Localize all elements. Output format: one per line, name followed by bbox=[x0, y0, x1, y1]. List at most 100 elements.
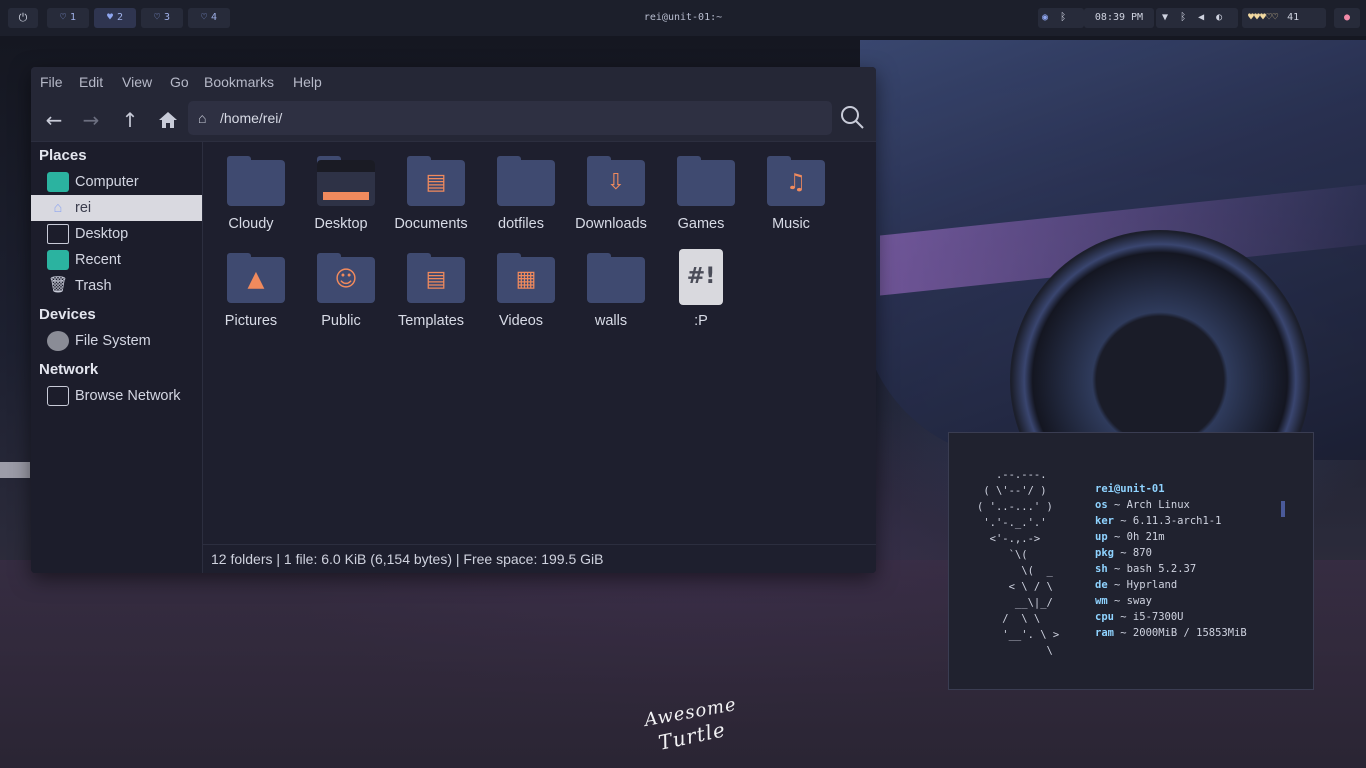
fetch-line: de ~ Hyprland bbox=[1095, 579, 1178, 591]
script-file-icon: #! bbox=[679, 249, 723, 305]
discord-icon: ◉ bbox=[1042, 12, 1049, 23]
folder-item[interactable]: Games bbox=[658, 152, 744, 244]
workspace-3[interactable]: ♡ 3 bbox=[141, 8, 183, 28]
folder-icon bbox=[587, 253, 645, 303]
power-button[interactable]: ⏻ bbox=[8, 8, 38, 28]
sidebar-item-trash[interactable]: 🗑 Trash bbox=[31, 273, 202, 299]
places-title: Places bbox=[39, 147, 87, 164]
clock[interactable]: 08:39 PM bbox=[1084, 8, 1154, 28]
fetch-line: wm ~ sway bbox=[1095, 595, 1152, 607]
sidebar-item-computer[interactable]: Computer bbox=[31, 169, 202, 195]
heart-icon: ♥ bbox=[106, 12, 113, 23]
arrow-left-icon: ← bbox=[45, 108, 63, 132]
file-manager-window: File Edit View Go Bookmarks Help ← → ↑ ⌂… bbox=[31, 67, 876, 573]
menu-edit[interactable]: Edit bbox=[79, 67, 103, 97]
notification-icon: ● bbox=[1343, 12, 1351, 23]
folder-item[interactable]: ☺ Public bbox=[298, 249, 384, 341]
menu-view[interactable]: View bbox=[122, 67, 152, 97]
battery-indicator[interactable]: ♥♥♥♡♡ 41 bbox=[1242, 8, 1326, 28]
status-bar: 12 folders | 1 file: 6.0 KiB (6,154 byte… bbox=[203, 544, 876, 573]
fetch-line: cpu ~ i5-7300U bbox=[1095, 611, 1184, 623]
home-icon: ⌂ bbox=[198, 110, 207, 126]
music-folder-icon: ♫ bbox=[767, 156, 825, 206]
folder-item[interactable]: ▲ Pictures bbox=[208, 249, 294, 341]
folder-item[interactable]: ▦ Videos bbox=[478, 249, 564, 341]
folder-icon bbox=[227, 156, 285, 206]
up-button[interactable]: ↑ bbox=[115, 105, 145, 135]
menu-go[interactable]: Go bbox=[170, 67, 189, 97]
downloads-folder-icon: ⇩ bbox=[587, 156, 645, 206]
folder-item[interactable]: Cloudy bbox=[208, 152, 294, 244]
templates-folder-icon: ▤ bbox=[407, 253, 465, 303]
ascii-art: .--.---. ( \'--'/ ) ( '..-...' ) '.'-._.… bbox=[977, 469, 1060, 657]
sidebar: Places Computer ⌂ rei Desktop Recent 🗑 T… bbox=[31, 142, 203, 573]
home-button[interactable] bbox=[153, 105, 183, 135]
fetch-line: ram ~ 2000MiB / 15853MiB bbox=[1095, 627, 1247, 639]
file-item[interactable]: #! :P bbox=[658, 249, 744, 341]
home-icon bbox=[159, 112, 177, 128]
workspace-1[interactable]: ♡ 1 bbox=[47, 8, 89, 28]
back-button[interactable]: ← bbox=[39, 105, 69, 135]
menu-bar: File Edit View Go Bookmarks Help bbox=[31, 67, 876, 97]
menu-help[interactable]: Help bbox=[293, 67, 322, 97]
pictures-folder-icon: ▲ bbox=[227, 253, 285, 303]
folder-item[interactable]: ♫ Music bbox=[748, 152, 834, 244]
workspace-4[interactable]: ♡ 4 bbox=[188, 8, 230, 28]
folder-icon bbox=[677, 156, 735, 206]
folder-item[interactable]: dotfiles bbox=[478, 152, 564, 244]
folder-item[interactable]: walls bbox=[568, 249, 654, 341]
wifi-icon: ▼ bbox=[1162, 12, 1169, 23]
fetch-line: ker ~ 6.11.3-arch1-1 bbox=[1095, 515, 1222, 527]
sidebar-item-rei[interactable]: ⌂ rei bbox=[31, 195, 202, 221]
drive-icon bbox=[47, 331, 69, 351]
folder-item[interactable]: ▤ Documents bbox=[388, 152, 474, 244]
bluetooth-icon: ᛒ bbox=[1180, 12, 1187, 23]
desktop-icon bbox=[47, 224, 69, 244]
sidebar-item-browse-network[interactable]: Browse Network bbox=[31, 383, 202, 409]
trash-icon: 🗑 bbox=[47, 277, 69, 294]
system-tray[interactable]: ▼ ᛒ ◀ ◐ bbox=[1156, 8, 1238, 28]
terminal-window[interactable]: .--.---. ( \'--'/ ) ( '..-...' ) '.'-._.… bbox=[948, 432, 1314, 690]
folder-item[interactable]: ▤ Templates bbox=[388, 249, 474, 341]
fetch-info: rei@unit-01 os ~ Arch Linux ker ~ 6.11.3… bbox=[1095, 481, 1247, 641]
fetch-line: os ~ Arch Linux bbox=[1095, 499, 1190, 511]
desktop-folder-icon bbox=[317, 156, 375, 206]
network-icon bbox=[47, 386, 69, 406]
tray-apps[interactable]: ◉ ᛒ bbox=[1038, 8, 1084, 28]
menu-bookmarks[interactable]: Bookmarks bbox=[204, 67, 274, 97]
menu-file[interactable]: File bbox=[40, 67, 63, 97]
location-path: /home/rei/ bbox=[220, 110, 283, 126]
folder-icon bbox=[497, 156, 555, 206]
forward-button[interactable]: → bbox=[76, 105, 106, 135]
top-bar: ⏻ ♡ 1 ♥ 2 ♡ 3 ♡ 4 rei@unit-01:~ ◉ ᛒ 08:39 PM… bbox=[0, 0, 1366, 36]
location-bar[interactable]: ⌂ /home/rei/ bbox=[188, 101, 832, 135]
workspace-2[interactable]: ♥ 2 bbox=[94, 8, 136, 28]
folder-item[interactable]: ⇩ Downloads bbox=[568, 152, 654, 244]
wallpaper-logo: Awesome Turtle bbox=[630, 694, 740, 762]
search-icon bbox=[841, 106, 864, 129]
computer-icon bbox=[47, 172, 69, 192]
videos-folder-icon: ▦ bbox=[497, 253, 555, 303]
fetch-line: sh ~ bash 5.2.37 bbox=[1095, 563, 1197, 575]
battery-hearts-icon: ♥♥♥♡♡ bbox=[1248, 12, 1279, 23]
home-icon: ⌂ bbox=[53, 200, 63, 216]
devices-title: Devices bbox=[39, 306, 96, 323]
sidebar-item-recent[interactable]: Recent bbox=[31, 247, 202, 273]
arrow-up-icon: ↑ bbox=[121, 108, 139, 132]
power-icon: ⏻ bbox=[18, 11, 28, 24]
folder-item[interactable]: Desktop bbox=[298, 152, 384, 244]
network-title: Network bbox=[39, 361, 99, 378]
toolbar: ← → ↑ ⌂ /home/rei/ bbox=[31, 97, 876, 142]
search-button[interactable] bbox=[839, 104, 869, 134]
recent-icon bbox=[47, 250, 69, 270]
heart-icon: ♡ bbox=[153, 12, 160, 23]
notification-button[interactable]: ● bbox=[1334, 8, 1360, 28]
fetch-host: rei@unit-01 bbox=[1095, 483, 1165, 495]
sidebar-item-file-system[interactable]: File System bbox=[31, 328, 202, 354]
heart-icon: ♡ bbox=[200, 12, 207, 23]
arrow-right-icon: → bbox=[82, 108, 100, 132]
fetch-line: pkg ~ 870 bbox=[1095, 547, 1152, 559]
fetch-line: up ~ 0h 21m bbox=[1095, 531, 1165, 543]
sidebar-item-desktop[interactable]: Desktop bbox=[31, 221, 202, 247]
file-view: Cloudy Desktop ▤ Documents dotfiles ⇩ Do… bbox=[203, 142, 876, 544]
